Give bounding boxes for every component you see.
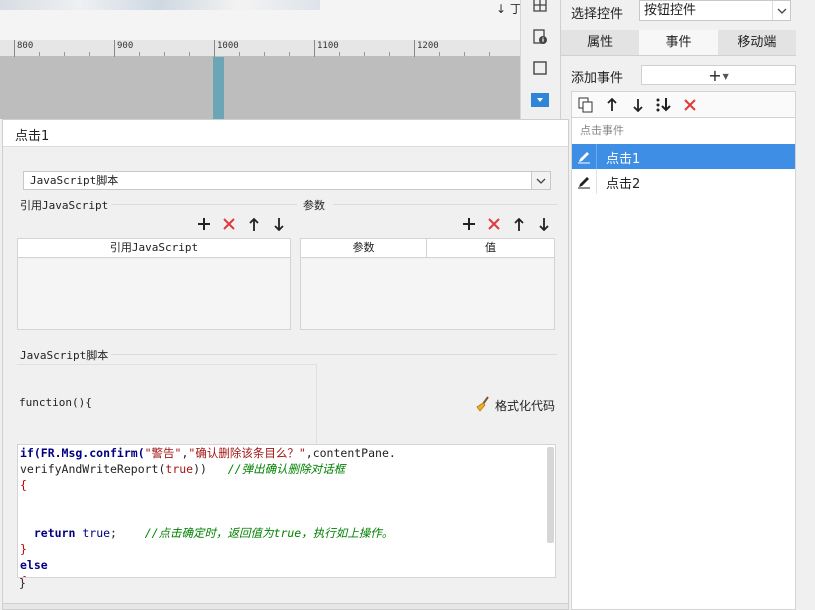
tab-properties[interactable]: 属性 [561, 30, 639, 55]
pencil-icon [572, 169, 597, 194]
closing-brace: } [19, 576, 26, 590]
code-text[interactable]: if(FR.Msg.confirm("警告","确认删除该条目么？",conte… [20, 445, 550, 577]
broom-icon [475, 396, 491, 415]
select-control-combo[interactable]: 按钮控件 [639, 0, 791, 21]
selected-column-marker [213, 57, 224, 119]
panel-tabs: 属性 事件 移动端 [561, 30, 796, 56]
designer-window: ↓ 丁川 800 900 1000 1100 1200 选择控件 按钮控件 属性… [0, 0, 815, 610]
chevron-down-icon[interactable] [531, 172, 550, 189]
column-header-value: 值 [485, 241, 496, 254]
column-header: 引用JavaScript [109, 241, 199, 254]
function-signature: function(){ [19, 396, 92, 409]
event-item-click2[interactable]: 点击2 [572, 169, 795, 194]
select-control-row: 选择控件 按钮控件 [561, 0, 815, 28]
script-title: JavaScript脚本 [20, 349, 109, 362]
dropdown-widget-icon[interactable] [529, 89, 551, 111]
add-event-button[interactable]: + ▼ [641, 65, 796, 85]
add-icon[interactable] [460, 215, 478, 233]
action-type-select[interactable]: JavaScript脚本 [23, 171, 551, 190]
tab-events[interactable]: 事件 [639, 30, 718, 55]
add-event-label: 添加事件 [571, 71, 624, 86]
property-panel: 选择控件 按钮控件 属性 事件 移动端 添加事件 + ▼ 点击事件 点击1 点击… [560, 0, 815, 610]
ruler-tick: 900 [114, 40, 133, 57]
event-item-label: 点击1 [606, 152, 641, 167]
format-code-label: 格式化代码 [495, 399, 556, 413]
plus-icon: + [708, 65, 722, 85]
editor-scrollbar[interactable] [547, 447, 554, 543]
pencil-icon [572, 144, 597, 169]
params-table-body[interactable] [301, 259, 554, 329]
design-canvas[interactable] [0, 57, 520, 119]
event-toolbar [571, 91, 796, 117]
chevron-down-icon[interactable] [772, 1, 790, 20]
event-list: 点击事件 点击1 点击2 [571, 117, 796, 610]
frame-icon[interactable] [529, 57, 551, 79]
ruler-tick: 1100 [314, 40, 339, 57]
add-event-row: 添加事件 + ▼ [561, 62, 815, 88]
event-section-label: 点击事件 [580, 124, 624, 137]
delete-icon[interactable] [680, 95, 700, 115]
format-code-button[interactable]: 格式化代码 [475, 396, 555, 415]
top-strip: ↓ 丁川 [0, 0, 560, 40]
move-up-icon[interactable] [245, 215, 263, 233]
event-item-click1[interactable]: 点击1 [572, 144, 795, 169]
blurred-toolbar [0, 0, 320, 10]
vertical-toolbar [520, 0, 560, 120]
tab-mobile[interactable]: 移动端 [718, 30, 796, 55]
copy-icon[interactable] [576, 95, 596, 115]
ref-js-table-header: 引用JavaScript [18, 239, 290, 258]
column-header-param: 参数 [301, 239, 427, 257]
delete-icon[interactable] [485, 215, 503, 233]
action-type-value: JavaScript脚本 [30, 174, 119, 187]
move-up-icon[interactable] [510, 215, 528, 233]
move-down-icon[interactable] [270, 215, 288, 233]
params-title: 参数 [303, 199, 325, 212]
info-icon[interactable] [529, 26, 551, 48]
pane-header: 点击1 [3, 120, 568, 147]
params-table: 参数 值 [300, 238, 555, 330]
event-item-label: 点击2 [606, 177, 641, 192]
ruler-tick: 800 [14, 40, 33, 57]
pane-title: 点击1 [15, 129, 50, 144]
event-edit-pane: 点击1 JavaScript脚本 引用JavaScript 引用JavaScri… [2, 119, 569, 610]
add-icon[interactable] [195, 215, 213, 233]
ruler-tick: 1000 [214, 40, 239, 57]
select-control-label: 选择控件 [571, 7, 624, 22]
ref-js-title: 引用JavaScript [20, 199, 109, 212]
delete-icon[interactable] [220, 215, 238, 233]
ruler-tick: 1200 [414, 40, 439, 57]
code-editor[interactable]: if(FR.Msg.confirm("警告","确认删除该条目么？",conte… [17, 444, 556, 578]
ref-js-table: 引用JavaScript [17, 238, 291, 330]
ref-js-table-body[interactable] [18, 259, 290, 329]
horizontal-ruler: 800 900 1000 1100 1200 [0, 40, 520, 57]
move-down-icon[interactable] [535, 215, 553, 233]
select-control-value: 按钮控件 [644, 3, 697, 18]
move-bottom-icon[interactable] [654, 95, 674, 115]
move-down-icon[interactable] [628, 95, 648, 115]
move-up-icon[interactable] [602, 95, 622, 115]
layout-icon[interactable] [529, 0, 551, 16]
caret-down-icon: ▼ [722, 71, 729, 81]
params-table-header: 参数 值 [301, 239, 554, 258]
bottom-strip [3, 603, 568, 609]
